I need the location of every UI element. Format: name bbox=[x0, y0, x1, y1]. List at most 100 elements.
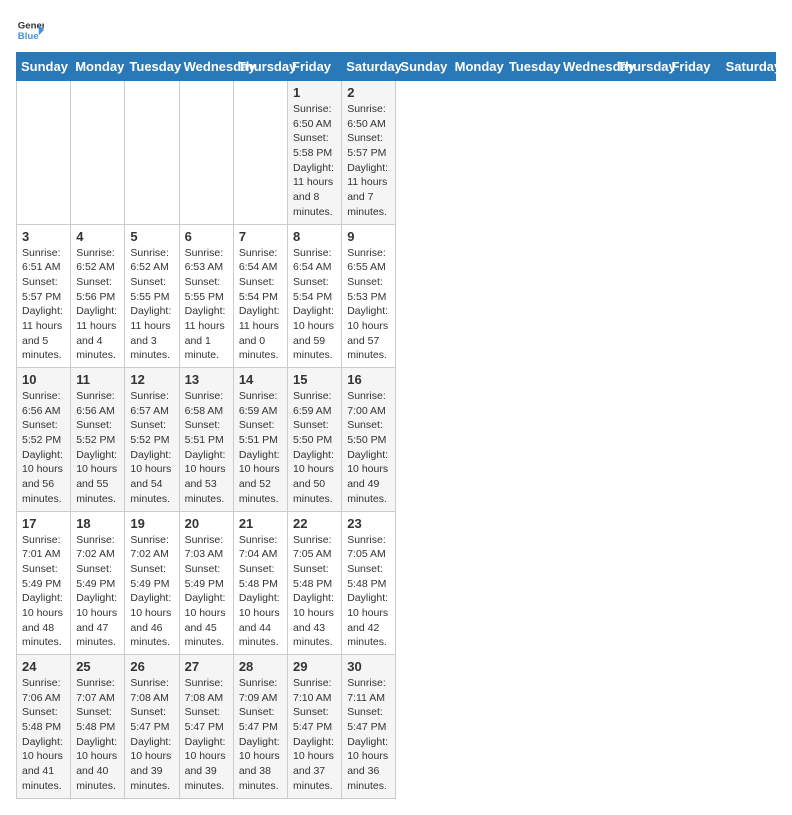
day-info: Sunrise: 7:08 AMSunset: 5:47 PMDaylight:… bbox=[185, 676, 228, 794]
calendar-cell: 24 Sunrise: 7:06 AMSunset: 5:48 PMDayligh… bbox=[17, 655, 71, 799]
day-of-week-monday: Monday bbox=[71, 53, 125, 81]
day-info: Sunrise: 7:07 AMSunset: 5:48 PMDaylight:… bbox=[76, 676, 119, 794]
day-number: 26 bbox=[130, 659, 173, 674]
day-of-week-thursday: Thursday bbox=[233, 53, 287, 81]
header-monday: Monday bbox=[450, 53, 504, 81]
day-of-week-saturday: Saturday bbox=[342, 53, 396, 81]
day-info: Sunrise: 6:53 AMSunset: 5:55 PMDaylight:… bbox=[185, 246, 228, 364]
calendar-cell: 7 Sunrise: 6:54 AMSunset: 5:54 PMDaylight… bbox=[233, 224, 287, 368]
calendar-cell: 9 Sunrise: 6:55 AMSunset: 5:53 PMDaylight… bbox=[342, 224, 396, 368]
calendar-week-row: 24 Sunrise: 7:06 AMSunset: 5:48 PMDayligh… bbox=[17, 655, 776, 799]
calendar-cell: 11Sunrise: 6:56 AMSunset: 5:52 PMDayligh… bbox=[71, 368, 125, 512]
day-number: 24 bbox=[22, 659, 65, 674]
day-number: 20 bbox=[185, 516, 228, 531]
calendar-cell: 22Sunrise: 7:05 AMSunset: 5:48 PMDayligh… bbox=[288, 511, 342, 655]
day-of-week-sunday: Sunday bbox=[17, 53, 71, 81]
day-number: 30 bbox=[347, 659, 390, 674]
day-info: Sunrise: 6:58 AMSunset: 5:51 PMDaylight:… bbox=[185, 389, 228, 507]
day-number: 9 bbox=[347, 229, 390, 244]
day-number: 29 bbox=[293, 659, 336, 674]
calendar-week-row: 10 Sunrise: 6:56 AMSunset: 5:52 PMDayligh… bbox=[17, 368, 776, 512]
calendar-cell: 23Sunrise: 7:05 AMSunset: 5:48 PMDayligh… bbox=[342, 511, 396, 655]
day-number: 27 bbox=[185, 659, 228, 674]
day-info: Sunrise: 7:06 AMSunset: 5:48 PMDaylight:… bbox=[22, 676, 65, 794]
day-number: 28 bbox=[239, 659, 282, 674]
calendar-cell: 18 Sunrise: 7:02 AMSunset: 5:49 PMDayligh… bbox=[71, 511, 125, 655]
day-number: 25 bbox=[76, 659, 119, 674]
day-number: 13 bbox=[185, 372, 228, 387]
calendar-cell: 20Sunrise: 7:03 AMSunset: 5:49 PMDayligh… bbox=[179, 511, 233, 655]
calendar-week-row: 1 Sunrise: 6:50 AMSunset: 5:58 PMDaylight… bbox=[17, 81, 776, 225]
day-info: Sunrise: 7:09 AMSunset: 5:47 PMDaylight:… bbox=[239, 676, 282, 794]
header-thursday: Thursday bbox=[613, 53, 667, 81]
calendar-cell: 27 Sunrise: 7:08 AMSunset: 5:47 PMDayligh… bbox=[179, 655, 233, 799]
calendar-cell: 19Sunrise: 7:02 AMSunset: 5:49 PMDayligh… bbox=[125, 511, 179, 655]
day-info: Sunrise: 7:00 AMSunset: 5:50 PMDaylight:… bbox=[347, 389, 390, 507]
day-number: 14 bbox=[239, 372, 282, 387]
calendar-cell: 30 Sunrise: 7:11 AMSunset: 5:47 PMDayligh… bbox=[342, 655, 396, 799]
day-info: Sunrise: 6:50 AMSunset: 5:58 PMDaylight:… bbox=[293, 102, 336, 220]
day-info: Sunrise: 7:02 AMSunset: 5:49 PMDaylight:… bbox=[76, 533, 119, 651]
day-info: Sunrise: 7:08 AMSunset: 5:47 PMDaylight:… bbox=[130, 676, 173, 794]
calendar-cell: 16 Sunrise: 7:00 AMSunset: 5:50 PMDayligh… bbox=[342, 368, 396, 512]
day-of-week-friday: Friday bbox=[288, 53, 342, 81]
day-info: Sunrise: 7:01 AMSunset: 5:49 PMDaylight:… bbox=[22, 533, 65, 651]
calendar-week-row: 17Sunrise: 7:01 AMSunset: 5:49 PMDayligh… bbox=[17, 511, 776, 655]
day-number: 10 bbox=[22, 372, 65, 387]
calendar-cell: 3Sunrise: 6:51 AMSunset: 5:57 PMDaylight… bbox=[17, 224, 71, 368]
logo-icon: General Blue bbox=[16, 16, 44, 44]
day-info: Sunrise: 6:50 AMSunset: 5:57 PMDaylight:… bbox=[347, 102, 390, 220]
day-number: 11 bbox=[76, 372, 119, 387]
calendar-cell bbox=[17, 81, 71, 225]
day-info: Sunrise: 6:56 AMSunset: 5:52 PMDaylight:… bbox=[22, 389, 65, 507]
header-saturday: Saturday bbox=[721, 53, 775, 81]
day-info: Sunrise: 7:10 AMSunset: 5:47 PMDaylight:… bbox=[293, 676, 336, 794]
calendar-cell: 25 Sunrise: 7:07 AMSunset: 5:48 PMDayligh… bbox=[71, 655, 125, 799]
day-info: Sunrise: 6:54 AMSunset: 5:54 PMDaylight:… bbox=[239, 246, 282, 364]
svg-text:Blue: Blue bbox=[18, 31, 39, 42]
day-number: 4 bbox=[76, 229, 119, 244]
calendar-cell: 10 Sunrise: 6:56 AMSunset: 5:52 PMDayligh… bbox=[17, 368, 71, 512]
day-info: Sunrise: 7:11 AMSunset: 5:47 PMDaylight:… bbox=[347, 676, 390, 794]
calendar-cell bbox=[233, 81, 287, 225]
calendar-cell: 6 Sunrise: 6:53 AMSunset: 5:55 PMDaylight… bbox=[179, 224, 233, 368]
day-number: 5 bbox=[130, 229, 173, 244]
calendar-cell: 15 Sunrise: 6:59 AMSunset: 5:50 PMDayligh… bbox=[288, 368, 342, 512]
page-header: General Blue bbox=[16, 16, 776, 44]
day-number: 12 bbox=[130, 372, 173, 387]
day-info: Sunrise: 6:54 AMSunset: 5:54 PMDaylight:… bbox=[293, 246, 336, 364]
calendar-cell: 5Sunrise: 6:52 AMSunset: 5:55 PMDaylight… bbox=[125, 224, 179, 368]
calendar-cell: 21Sunrise: 7:04 AMSunset: 5:48 PMDayligh… bbox=[233, 511, 287, 655]
day-number: 1 bbox=[293, 85, 336, 100]
day-info: Sunrise: 6:55 AMSunset: 5:53 PMDaylight:… bbox=[347, 246, 390, 364]
calendar-cell: 2Sunrise: 6:50 AMSunset: 5:57 PMDaylight… bbox=[342, 81, 396, 225]
day-info: Sunrise: 6:59 AMSunset: 5:50 PMDaylight:… bbox=[293, 389, 336, 507]
calendar-cell: 29 Sunrise: 7:10 AMSunset: 5:47 PMDayligh… bbox=[288, 655, 342, 799]
calendar-cell: 1 Sunrise: 6:50 AMSunset: 5:58 PMDaylight… bbox=[288, 81, 342, 225]
calendar-cell bbox=[125, 81, 179, 225]
calendar-table: SundayMondayTuesdayWednesdayThursdayFrid… bbox=[16, 52, 776, 799]
day-number: 7 bbox=[239, 229, 282, 244]
header-tuesday: Tuesday bbox=[504, 53, 558, 81]
day-info: Sunrise: 6:59 AMSunset: 5:51 PMDaylight:… bbox=[239, 389, 282, 507]
day-number: 18 bbox=[76, 516, 119, 531]
day-of-week-tuesday: Tuesday bbox=[125, 53, 179, 81]
calendar-cell: 4 Sunrise: 6:52 AMSunset: 5:56 PMDaylight… bbox=[71, 224, 125, 368]
calendar-cell: 17Sunrise: 7:01 AMSunset: 5:49 PMDayligh… bbox=[17, 511, 71, 655]
day-number: 16 bbox=[347, 372, 390, 387]
day-number: 6 bbox=[185, 229, 228, 244]
header-wednesday: Wednesday bbox=[559, 53, 613, 81]
calendar-cell: 8 Sunrise: 6:54 AMSunset: 5:54 PMDaylight… bbox=[288, 224, 342, 368]
calendar-cell bbox=[71, 81, 125, 225]
day-info: Sunrise: 7:05 AMSunset: 5:48 PMDaylight:… bbox=[293, 533, 336, 651]
day-number: 8 bbox=[293, 229, 336, 244]
calendar-cell: 26 Sunrise: 7:08 AMSunset: 5:47 PMDayligh… bbox=[125, 655, 179, 799]
day-info: Sunrise: 7:05 AMSunset: 5:48 PMDaylight:… bbox=[347, 533, 390, 651]
calendar-header-row: SundayMondayTuesdayWednesdayThursdayFrid… bbox=[17, 53, 776, 81]
header-sunday: Sunday bbox=[396, 53, 450, 81]
day-number: 21 bbox=[239, 516, 282, 531]
day-number: 15 bbox=[293, 372, 336, 387]
day-number: 3 bbox=[22, 229, 65, 244]
day-info: Sunrise: 6:52 AMSunset: 5:56 PMDaylight:… bbox=[76, 246, 119, 364]
calendar-cell: 13 Sunrise: 6:58 AMSunset: 5:51 PMDayligh… bbox=[179, 368, 233, 512]
